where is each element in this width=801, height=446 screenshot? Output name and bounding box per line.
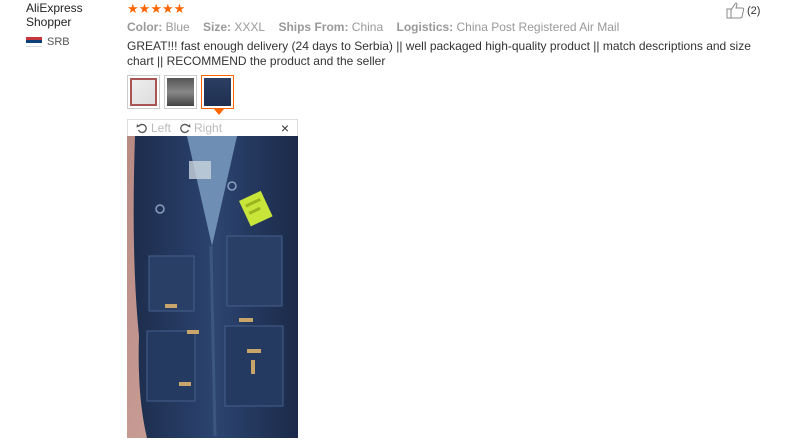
review-text: GREAT!!! fast enough delivery (24 days t… [127,39,751,68]
thumbs-up-icon [726,2,745,19]
ships-from-value: China [351,20,384,34]
active-indicator [214,109,224,115]
star-icon: ★ [173,1,186,16]
rotate-right-label: Right [194,121,223,135]
photo-thumbnail[interactable] [164,75,197,109]
photo-viewer-toolbar: Left Right × [127,119,298,136]
photo-thumbnail-active[interactable] [201,75,234,115]
star-icon: ★ [138,1,151,16]
star-icon: ★ [127,1,139,16]
review-body: ★ ★ ★ ★ ★ Color: Blue Size: XXXL Ships F… [127,2,777,69]
logistics-value: China Post Registered Air Mail [456,20,620,34]
star-icon: ★ [161,1,174,16]
review-photo-thumbnails [127,75,234,115]
size-value: XXXL [234,20,266,34]
helpful-count: (2) [747,4,761,17]
rotate-left-button[interactable]: Left [136,121,171,135]
reviewer-info: AliExpress Shopper SRB [26,1,116,48]
rotate-left-icon [136,123,147,134]
logistics-label: Logistics: [396,20,454,34]
denim-vest-photo [127,136,298,438]
star-rating: ★ ★ ★ ★ ★ [127,2,777,15]
star-icon: ★ [150,1,162,16]
rotate-right-icon [180,123,191,134]
color-label: Color: [127,20,163,34]
review-photo-large [127,136,298,438]
country-code: SRB [47,36,70,48]
size-label: Size: [203,20,232,34]
close-viewer-button[interactable]: × [281,120,289,136]
rotate-right-button[interactable]: Right [179,121,222,135]
reviewer-country: SRB [26,36,70,48]
reviewer-name: AliExpress Shopper [26,1,83,29]
helpful-button[interactable]: (2) [726,2,760,19]
order-attributes: Color: Blue Size: XXXL Ships From: China… [127,19,777,35]
photo-thumbnail[interactable] [127,75,160,109]
rotate-left-label: Left [151,121,172,135]
color-value: Blue [165,20,190,34]
serbia-flag-icon [26,36,42,48]
ships-from-label: Ships From: [278,20,349,34]
